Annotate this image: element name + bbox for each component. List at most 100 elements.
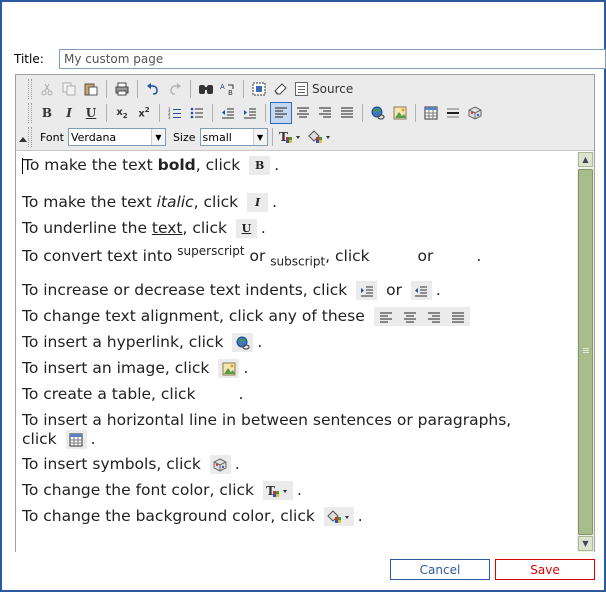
replace-icon[interactable]: AB: [217, 78, 239, 100]
font-select[interactable]: Verdana ▼: [67, 128, 166, 146]
line-text: To increase or decrease text indents, cl…: [22, 281, 353, 299]
table-icon[interactable]: [420, 102, 442, 124]
toolbar-row-1: AB Source: [28, 77, 356, 101]
content-line-symbols: To insert symbols, click .: [22, 455, 240, 474]
dialog-frame: Title: My custom page A B Source B I U x…: [0, 0, 606, 592]
scroll-down-icon[interactable]: ▼: [578, 536, 593, 551]
undo-icon[interactable]: [142, 78, 164, 100]
line-text: , click: [325, 247, 375, 266]
toolbar-grip[interactable]: [28, 79, 32, 99]
source-button[interactable]: Source: [292, 78, 356, 100]
content-line-superscript: To convert text into superscript or subs…: [22, 244, 482, 269]
line-sub-text: subscript: [270, 254, 326, 269]
align-left-icon[interactable]: [270, 102, 292, 124]
collapse-toolbar-icon[interactable]: [19, 137, 27, 142]
paste-icon[interactable]: [80, 78, 102, 100]
title-input[interactable]: [59, 49, 606, 69]
cut-icon[interactable]: [36, 78, 58, 100]
line-text: To create a table, click: [22, 385, 201, 403]
align-center-icon[interactable]: [292, 102, 314, 124]
superscript-icon[interactable]: x2: [133, 102, 155, 124]
line-text: or: [244, 247, 271, 266]
line-text: To change the background color, click: [22, 507, 320, 525]
line-text: To convert text into: [22, 247, 178, 266]
line-text: click: [22, 430, 62, 448]
toolbar-grip[interactable]: [28, 103, 32, 123]
symbol-icon[interactable]: [464, 102, 486, 124]
align-left-icon: [379, 312, 392, 322]
line-text: To underline the: [22, 219, 152, 237]
line-text: , click: [195, 156, 246, 174]
content-line-image: To insert an image, click .: [22, 359, 249, 378]
bold-icon[interactable]: B: [36, 102, 58, 124]
hyperlink-icon[interactable]: [367, 102, 389, 124]
toolbar-separator: [265, 104, 266, 122]
find-icon[interactable]: [195, 78, 217, 100]
indent-icon[interactable]: [239, 102, 261, 124]
font-select-value: Verdana: [70, 130, 117, 144]
toolbar-row-3: Font Verdana ▼ Size small ▼ T: [28, 125, 335, 149]
source-document-icon: [295, 82, 308, 96]
svg-text:3: 3: [168, 115, 171, 120]
remove-format-icon[interactable]: [270, 78, 292, 100]
line-text: or: [381, 281, 407, 299]
line-text: To change the font color, click: [22, 481, 259, 499]
chevron-down-icon: ▼: [150, 129, 165, 145]
title-row: Title:: [14, 48, 606, 70]
alignment-icons: [373, 307, 470, 326]
font-color-icon: T: [262, 481, 293, 500]
toolbar-separator: [137, 80, 138, 98]
toolbar-separator: [212, 104, 213, 122]
line-text: To insert a horizontal line in between s…: [22, 411, 512, 429]
font-label: Font: [40, 130, 64, 144]
underline-icon[interactable]: U: [80, 102, 102, 124]
scroll-up-icon[interactable]: ▲: [578, 152, 593, 167]
cancel-button[interactable]: Cancel: [390, 559, 490, 580]
italic-icon[interactable]: I: [58, 102, 80, 124]
toolbar-separator: [415, 104, 416, 122]
size-select[interactable]: small ▼: [199, 128, 268, 146]
select-all-icon[interactable]: [248, 78, 270, 100]
line-text: To make the text: [22, 193, 157, 211]
line-text: , click: [182, 219, 232, 237]
size-select-value: small: [202, 130, 232, 144]
toolbar-grip[interactable]: [28, 127, 32, 147]
outdent-icon: [410, 281, 432, 300]
horizontal-line-icon[interactable]: [442, 102, 464, 124]
toolbar-separator: [243, 80, 244, 98]
outdent-icon[interactable]: [217, 102, 239, 124]
print-icon[interactable]: [111, 78, 133, 100]
toolbar-separator: [106, 104, 107, 122]
save-button[interactable]: Save: [495, 559, 595, 580]
editor-toolbar: AB Source B I U x2 x2 1 2 3 Font Verdana…: [16, 75, 594, 151]
content-line-hyperlink: To insert a hyperlink, click .: [22, 333, 263, 352]
copy-icon[interactable]: [58, 78, 80, 100]
numbered-list-icon[interactable]: 123: [164, 102, 186, 124]
background-color-icon[interactable]: [305, 126, 335, 148]
align-justify-icon[interactable]: [336, 102, 358, 124]
content-line-alignment: To change text alignment, click any of t…: [22, 307, 474, 326]
vertical-scrollbar[interactable]: ▲ ▼: [577, 152, 594, 552]
hyperlink-icon: [232, 333, 254, 352]
svg-text:B: B: [228, 89, 233, 96]
content-line-table: To create a table, click .: [22, 385, 244, 403]
bulleted-list-icon[interactable]: [186, 102, 208, 124]
scrollbar-thumb[interactable]: [578, 169, 593, 535]
image-icon[interactable]: [389, 102, 411, 124]
font-color-icon[interactable]: T: [277, 126, 305, 148]
editor-content[interactable]: To make the text bold, click B. To make …: [16, 152, 577, 552]
table-icon: [65, 430, 87, 449]
underline-icon: U: [235, 219, 257, 238]
background-color-icon: [323, 507, 354, 526]
symbol-icon: [209, 455, 231, 474]
align-right-icon[interactable]: [314, 102, 336, 124]
italic-icon: I: [247, 193, 269, 212]
redo-icon[interactable]: [164, 78, 186, 100]
subscript-icon[interactable]: x2: [111, 102, 133, 124]
content-line-bg-color: To change the background color, click .: [22, 507, 363, 526]
line-text: , click: [193, 193, 244, 211]
toolbar-separator: [271, 128, 273, 146]
content-line-horizontal-rule: To insert a horizontal line in between s…: [22, 411, 511, 429]
align-right-icon: [427, 312, 440, 322]
content-line-font-color: To change the font color, click T.: [22, 481, 302, 500]
